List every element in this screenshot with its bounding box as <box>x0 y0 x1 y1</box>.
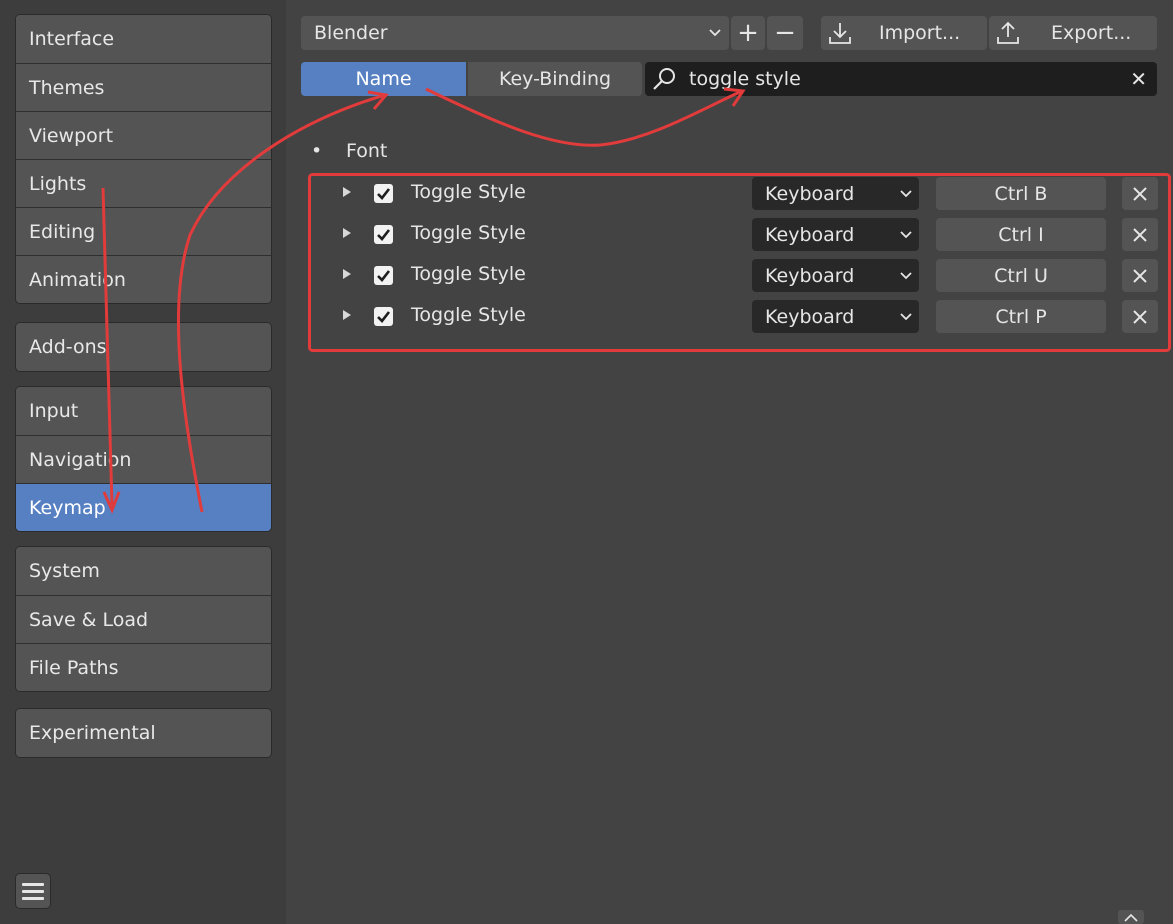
item-name-label: Toggle Style <box>411 304 526 326</box>
export-label: Export... <box>1051 22 1132 44</box>
item-name-label: Toggle Style <box>411 222 526 244</box>
disclosure-triangle-icon[interactable] <box>341 186 353 198</box>
item-name-label: Toggle Style <box>411 181 526 203</box>
sidebar-item-file-paths[interactable]: File Paths <box>16 643 271 691</box>
item-enabled-checkbox[interactable] <box>374 266 393 285</box>
remove-item-button[interactable] <box>1122 177 1158 210</box>
chevron-down-icon <box>709 29 721 37</box>
key-binding-button[interactable]: Ctrl I <box>936 218 1106 251</box>
category-font-label: Font <box>346 140 388 162</box>
preset-label: Blender <box>314 22 388 44</box>
close-icon <box>1133 186 1147 201</box>
disclosure-triangle-icon[interactable] <box>341 268 353 280</box>
keymap-search-field[interactable]: toggle style ✕ <box>645 62 1157 96</box>
sidebar-item-editing[interactable]: Editing <box>16 207 271 255</box>
scroll-up-chevron-icon[interactable] <box>1118 910 1144 924</box>
input-type-dropdown[interactable]: Keyboard <box>752 300 919 333</box>
remove-preset-button[interactable]: − <box>767 16 803 50</box>
category-expand-bullet[interactable]: • <box>311 140 322 162</box>
search-query: toggle style <box>689 68 801 90</box>
item-name-label: Toggle Style <box>411 263 526 285</box>
search-mode-keybinding-tab[interactable]: Key-Binding <box>468 62 642 96</box>
search-mode-name-tab[interactable]: Name <box>301 62 466 96</box>
sidebar-item-lights[interactable]: Lights <box>16 159 271 207</box>
clear-search-icon[interactable]: ✕ <box>1130 67 1147 91</box>
sidebar-item-animation[interactable]: Animation <box>16 255 271 303</box>
input-type-label: Keyboard <box>765 182 855 205</box>
disclosure-triangle-icon[interactable] <box>341 227 353 239</box>
checkmark-icon <box>377 270 391 282</box>
nav-group-2: Add-ons <box>15 322 272 372</box>
chevron-down-icon <box>900 313 912 321</box>
checkmark-icon <box>377 311 391 323</box>
chevron-down-icon <box>900 231 912 239</box>
sidebar-item-themes[interactable]: Themes <box>16 63 271 111</box>
preferences-menu-button[interactable] <box>15 873 51 909</box>
hamburger-menu-icon <box>22 883 44 900</box>
import-button[interactable]: Import... <box>821 16 987 50</box>
key-binding-button[interactable]: Ctrl B <box>936 177 1106 210</box>
sidebar-item-system[interactable]: System <box>16 547 271 595</box>
export-button[interactable]: Export... <box>989 16 1157 50</box>
keymap-preset-dropdown[interactable]: Blender <box>301 16 729 50</box>
import-icon <box>829 23 851 44</box>
close-icon <box>1133 268 1147 283</box>
search-icon <box>653 68 675 90</box>
sidebar-item-keymap[interactable]: Keymap <box>16 483 271 531</box>
sidebar-item-viewport[interactable]: Viewport <box>16 111 271 159</box>
preferences-sidebar: Interface Themes Viewport Lights Editing… <box>0 0 286 924</box>
keymap-panel: Blender + − Import... Export... Name Key… <box>286 0 1173 924</box>
close-icon <box>1133 309 1147 324</box>
input-type-dropdown[interactable]: Keyboard <box>752 218 919 251</box>
nav-group-4: System Save & Load File Paths <box>15 546 272 692</box>
sidebar-item-add-ons[interactable]: Add-ons <box>16 323 271 371</box>
input-type-label: Keyboard <box>765 305 855 328</box>
input-type-label: Keyboard <box>765 264 855 287</box>
chevron-down-icon <box>900 272 912 280</box>
item-enabled-checkbox[interactable] <box>374 225 393 244</box>
checkmark-icon <box>377 229 391 241</box>
item-enabled-checkbox[interactable] <box>374 307 393 326</box>
nav-group-5: Experimental <box>15 708 272 758</box>
sidebar-item-navigation[interactable]: Navigation <box>16 435 271 483</box>
input-type-dropdown[interactable]: Keyboard <box>752 259 919 292</box>
add-preset-button[interactable]: + <box>731 16 765 50</box>
import-label: Import... <box>879 22 961 44</box>
close-icon <box>1133 227 1147 242</box>
remove-item-button[interactable] <box>1122 300 1158 333</box>
chevron-down-icon <box>900 190 912 198</box>
key-binding-button[interactable]: Ctrl P <box>936 300 1106 333</box>
sidebar-item-experimental[interactable]: Experimental <box>16 709 271 757</box>
sidebar-item-interface[interactable]: Interface <box>16 15 271 63</box>
nav-group-1: Interface Themes Viewport Lights Editing… <box>15 14 272 304</box>
export-icon <box>997 21 1019 44</box>
input-type-dropdown[interactable]: Keyboard <box>752 177 919 210</box>
checkmark-icon <box>377 188 391 200</box>
remove-item-button[interactable] <box>1122 259 1158 292</box>
input-type-label: Keyboard <box>765 223 855 246</box>
disclosure-triangle-icon[interactable] <box>341 309 353 321</box>
remove-item-button[interactable] <box>1122 218 1158 251</box>
sidebar-item-input[interactable]: Input <box>16 387 271 435</box>
item-enabled-checkbox[interactable] <box>374 184 393 203</box>
nav-group-3: Input Navigation Keymap <box>15 386 272 532</box>
sidebar-item-save-load[interactable]: Save & Load <box>16 595 271 643</box>
key-binding-button[interactable]: Ctrl U <box>936 259 1106 292</box>
